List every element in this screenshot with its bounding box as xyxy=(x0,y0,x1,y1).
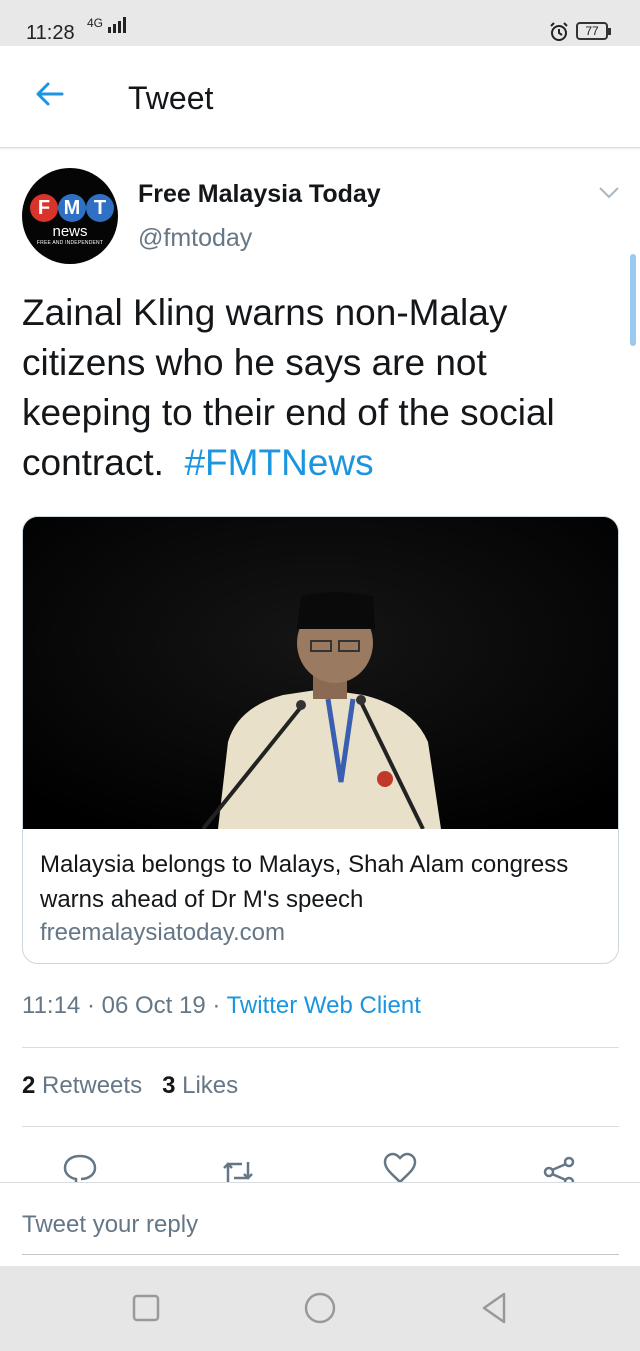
status-bar: 11:28 4G 77 xyxy=(0,0,640,46)
avatar-letter: M xyxy=(58,194,86,222)
alarm-icon xyxy=(550,22,568,41)
meta-separator: · xyxy=(205,992,227,1019)
avatar[interactable]: F M T news FREE AND INDEPENDENT xyxy=(22,168,118,264)
tweet-time: 11:14 xyxy=(22,992,81,1019)
avatar-tagline: FREE AND INDEPENDENT xyxy=(36,240,104,246)
reply-icon[interactable] xyxy=(62,1152,98,1184)
author-name[interactable]: Free Malaysia Today xyxy=(138,180,381,209)
author-handle[interactable]: @fmtoday xyxy=(138,224,252,253)
likes-stat[interactable]: 3 Likes xyxy=(162,1072,238,1099)
retweets-stat[interactable]: 2 Retweets xyxy=(22,1072,142,1099)
top-bar: Tweet xyxy=(0,46,640,148)
battery-icon: 77 xyxy=(576,22,611,40)
tweet-source-link[interactable]: Twitter Web Client xyxy=(227,992,421,1019)
card-title: Malaysia belongs to Malays, Shah Alam co… xyxy=(40,851,569,913)
card-image xyxy=(23,517,618,829)
back-icon[interactable] xyxy=(476,1290,512,1326)
share-icon[interactable] xyxy=(541,1152,577,1184)
avatar-word: news xyxy=(52,223,88,240)
retweet-icon[interactable] xyxy=(220,1152,256,1184)
status-time: 11:28 xyxy=(26,22,75,44)
divider xyxy=(22,1126,619,1127)
reply-input[interactable] xyxy=(22,1195,619,1255)
recent-apps-icon[interactable] xyxy=(128,1290,164,1326)
network-type: 4G xyxy=(87,16,104,30)
card-domain: freemalaysiatoday.com xyxy=(40,919,285,946)
avatar-logo: F M T xyxy=(30,194,114,222)
link-card[interactable]: Malaysia belongs to Malays, Shah Alam co… xyxy=(22,516,619,964)
divider xyxy=(22,1047,619,1048)
scrollbar[interactable] xyxy=(630,254,636,346)
tweet-text: Zainal Kling warns non-Malay citizens wh… xyxy=(22,288,620,488)
hashtag-link[interactable]: #FMTNews xyxy=(184,442,373,483)
page-title: Tweet xyxy=(128,80,214,116)
tweet-stats: 2 Retweets 3 Likes xyxy=(22,1072,238,1100)
tweet-meta: 11:14 · 06 Oct 19 · Twitter Web Client xyxy=(22,992,421,1020)
likes-label: Likes xyxy=(182,1072,239,1099)
signal-icon: 4G xyxy=(87,16,128,33)
reply-bar xyxy=(0,1182,640,1266)
retweets-count: 2 xyxy=(22,1072,36,1099)
avatar-letter: F xyxy=(30,194,58,222)
tweet-date: 06 Oct 19 xyxy=(101,992,206,1019)
avatar-letter: T xyxy=(86,194,114,222)
home-icon[interactable] xyxy=(302,1290,338,1326)
system-nav-bar xyxy=(0,1266,640,1351)
chevron-down-icon[interactable] xyxy=(598,186,620,200)
likes-count: 3 xyxy=(162,1072,176,1099)
like-icon[interactable] xyxy=(382,1152,418,1184)
arrow-left-icon[interactable] xyxy=(32,76,68,112)
retweets-label: Retweets xyxy=(42,1072,143,1099)
meta-separator: · xyxy=(80,992,102,1019)
